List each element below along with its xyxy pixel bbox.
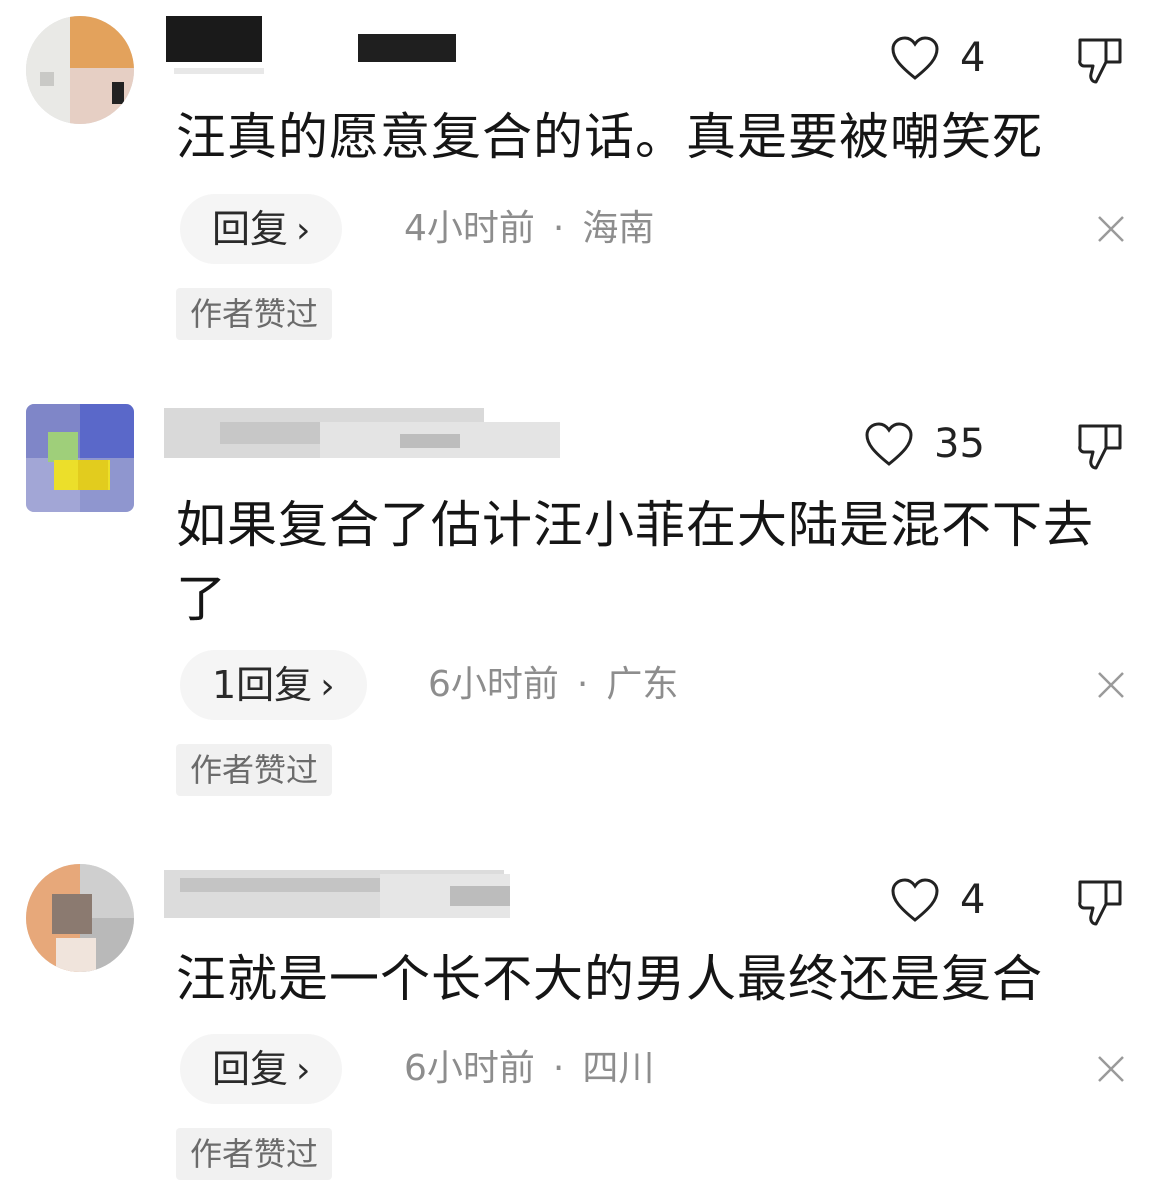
reply-label: 回复 xyxy=(212,1047,289,1091)
reply-button[interactable]: 1回复 › xyxy=(180,650,367,720)
username-redacted[interactable] xyxy=(160,404,580,464)
author-liked-badge: 作者赞过 xyxy=(176,1128,333,1180)
close-icon[interactable] xyxy=(1096,214,1126,244)
comment-text: 汪真的愿意复合的话。真是要被嘲笑死 xyxy=(176,108,1043,166)
thumbs-down-icon[interactable] xyxy=(1076,878,1124,928)
like-count: 35 xyxy=(934,421,985,467)
thumbs-down-icon[interactable] xyxy=(1076,422,1124,472)
chevron-right-icon: › xyxy=(296,1050,311,1091)
avatar[interactable] xyxy=(26,404,134,512)
username-redacted[interactable] xyxy=(160,864,580,924)
comment-time: 6小时前 xyxy=(428,664,559,705)
author-liked-badge: 作者赞过 xyxy=(176,288,333,340)
comment-meta: 6小时前 · 四川 xyxy=(404,1034,654,1104)
avatar[interactable] xyxy=(26,16,134,124)
comment-time: 4小时前 xyxy=(404,208,535,249)
heart-icon[interactable] xyxy=(890,36,940,80)
reply-label: 1回复 xyxy=(212,663,313,707)
comment-time: 6小时前 xyxy=(404,1048,535,1089)
chevron-right-icon: › xyxy=(296,210,311,251)
comment-meta: 6小时前 · 广东 xyxy=(428,650,678,720)
thumbs-down-icon[interactable] xyxy=(1076,36,1124,86)
username-redacted[interactable] xyxy=(160,16,580,76)
meta-separator: · xyxy=(552,208,565,249)
heart-icon[interactable] xyxy=(890,878,940,922)
reply-label: 回复 xyxy=(212,207,289,251)
author-liked-badge: 作者赞过 xyxy=(176,744,333,796)
close-icon[interactable] xyxy=(1096,1054,1126,1084)
comment-location: 四川 xyxy=(582,1048,655,1089)
comment-location: 广东 xyxy=(606,664,679,705)
meta-separator: · xyxy=(576,664,589,705)
meta-separator: · xyxy=(552,1048,565,1089)
reply-button[interactable]: 回复 › xyxy=(180,194,343,264)
like-count: 4 xyxy=(960,35,986,81)
avatar[interactable] xyxy=(26,864,134,972)
comment-text: 如果复合了估计汪小菲在大陆是混不下去了 xyxy=(176,496,1094,628)
comment-meta: 4小时前 · 海南 xyxy=(404,194,654,264)
comment-location: 海南 xyxy=(582,208,655,249)
heart-icon[interactable] xyxy=(864,422,914,466)
close-icon[interactable] xyxy=(1096,670,1126,700)
comment-text: 汪就是一个长不大的男人最终还是复合 xyxy=(176,950,1043,1008)
like-count: 4 xyxy=(960,877,986,923)
reply-button[interactable]: 回复 › xyxy=(180,1034,343,1104)
chevron-right-icon: › xyxy=(320,666,335,707)
